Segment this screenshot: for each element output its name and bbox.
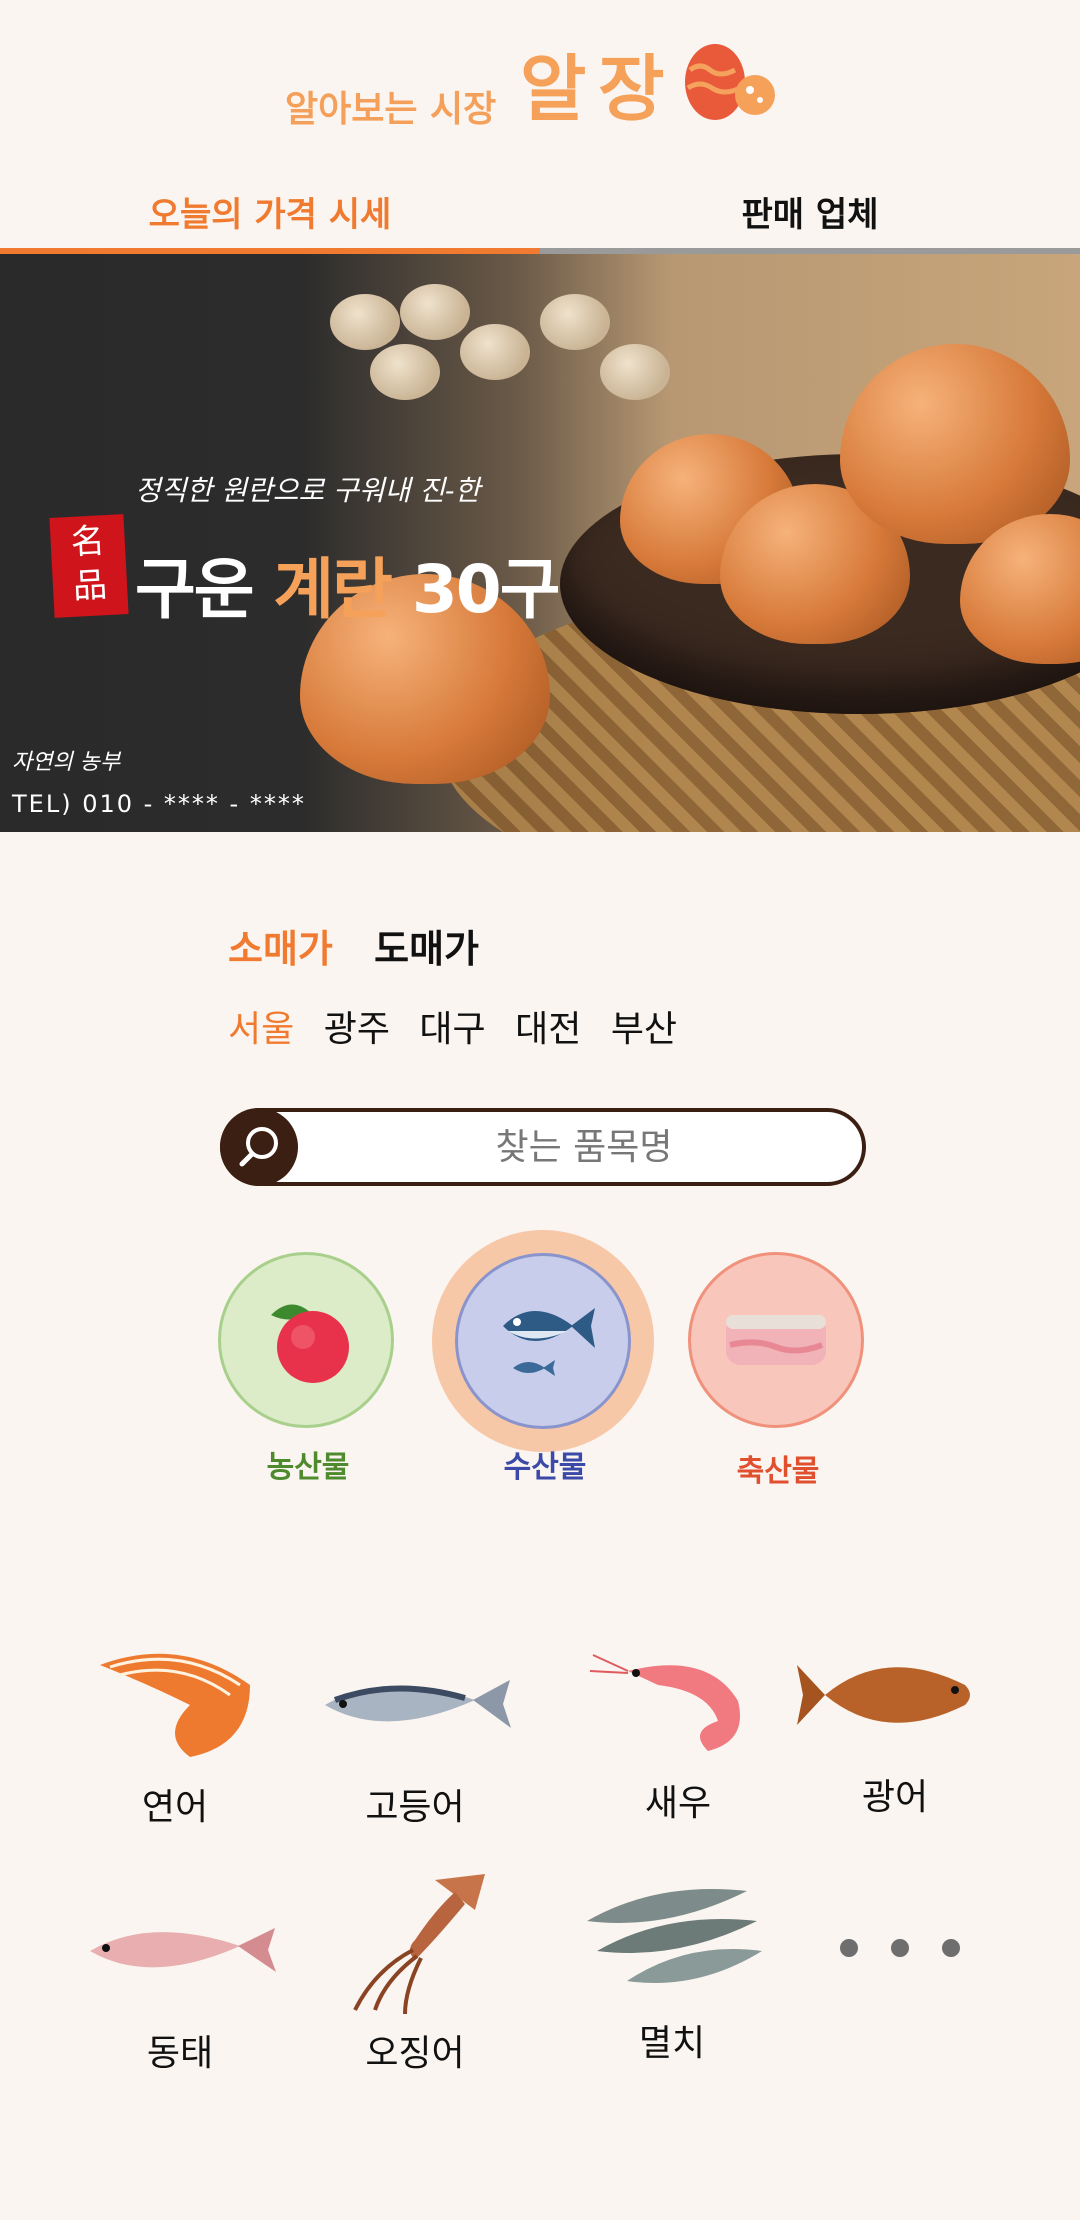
fish-icon (503, 1308, 595, 1376)
item-squid[interactable]: 오징어 (315, 1870, 515, 2076)
quail-egg-image (460, 324, 530, 380)
category-label: 수산물 (503, 1450, 587, 1485)
squid-icon (353, 1874, 485, 2015)
brand-subtitle: 알아보는 시장 (285, 89, 497, 130)
item-label: 동태 (146, 2033, 214, 2074)
egg-logo-icon (685, 44, 775, 120)
item-label: 오징어 (365, 2033, 465, 2074)
wholesale-price-option[interactable]: 도매가 (374, 927, 479, 971)
region-selector: 서울 광주 대구 대전 부산 (228, 1000, 695, 1052)
dot-icon (891, 1939, 909, 1957)
search-icon (239, 1127, 278, 1167)
region-gwangju[interactable]: 광주 (324, 1009, 390, 1050)
tab-sellers[interactable]: 판매 업체 (540, 190, 1080, 250)
category-livestock[interactable]: 축산물 (688, 1252, 868, 1490)
flatfish-icon (797, 1665, 970, 1725)
banner-farm-name: 자연의 농부 (12, 750, 121, 775)
pollack-icon (90, 1928, 276, 1972)
anchovy-icon (587, 1889, 762, 1983)
search-input[interactable] (314, 1112, 854, 1182)
retail-price-option[interactable]: 소매가 (228, 927, 333, 971)
category-ring (455, 1253, 631, 1429)
item-mackerel[interactable]: 고등어 (315, 1640, 515, 1830)
item-shrimp[interactable]: 새우 (578, 1636, 778, 1826)
category-label: 농산물 (266, 1450, 350, 1485)
dot-icon (840, 1939, 858, 1957)
app-header: 알아보는 시장 알장 (0, 0, 1080, 170)
peach-icon (271, 1304, 349, 1383)
region-seoul[interactable]: 서울 (228, 1009, 294, 1050)
region-busan[interactable]: 부산 (611, 1009, 677, 1050)
item-label: 새우 (644, 1783, 712, 1824)
main-tabs: 오늘의 가격 시세 판매 업체 (0, 190, 1080, 254)
category-label: 축산물 (736, 1454, 820, 1489)
item-flatfish[interactable]: 광어 (795, 1630, 995, 1820)
region-daejeon[interactable]: 대전 (515, 1009, 581, 1050)
item-label: 연어 (141, 1787, 209, 1828)
dot-icon (942, 1939, 960, 1957)
salmon-icon (100, 1653, 250, 1757)
item-label: 멸치 (638, 2023, 706, 2064)
item-salmon[interactable]: 연어 (75, 1640, 275, 1830)
tab-today-price[interactable]: 오늘의 가격 시세 (0, 190, 540, 250)
app-screen: 알아보는 시장 알장 오늘의 가격 시세 판매 업체 정직한 원란으로 구워내 … (0, 0, 1080, 2220)
item-label: 광어 (861, 1777, 929, 1818)
search-bar (220, 1108, 866, 1186)
meat-icon (726, 1315, 826, 1365)
item-pollack[interactable]: 동태 (80, 1886, 280, 2076)
shrimp-icon (589, 1654, 740, 1751)
category-seafood[interactable]: 수산물 (432, 1230, 658, 1486)
category-agriculture[interactable]: 농산물 (218, 1252, 398, 1486)
quail-egg-image (400, 284, 470, 340)
quail-egg-image (600, 344, 670, 400)
category-ring (218, 1252, 394, 1428)
search-button[interactable] (220, 1108, 298, 1186)
mackerel-icon (325, 1680, 511, 1728)
brand-title: 알장 (520, 47, 677, 131)
region-daegu[interactable]: 대구 (419, 1009, 485, 1050)
banner-phone: TEL) 010 - **** - **** (12, 790, 306, 818)
category-ring (688, 1252, 864, 1428)
more-items-button[interactable] (840, 1928, 960, 1968)
seal-stamp: 名品 (49, 514, 129, 618)
category-selected-halo (432, 1230, 654, 1452)
item-anchovy[interactable]: 멸치 (572, 1866, 772, 2066)
quail-egg-image (540, 294, 610, 350)
quail-egg-image (330, 294, 400, 350)
banner-title: 구운 계란 30구 (135, 551, 560, 628)
item-label: 고등어 (365, 1787, 465, 1828)
promo-banner[interactable]: 정직한 원란으로 구워내 진-한 名品 구운 계란 30구 자연의 농부 TEL… (0, 254, 1080, 832)
quail-egg-image (370, 344, 440, 400)
price-type-toggle: 소매가 도매가 (228, 918, 507, 973)
banner-tagline: 정직한 원란으로 구워내 진-한 (135, 474, 481, 507)
